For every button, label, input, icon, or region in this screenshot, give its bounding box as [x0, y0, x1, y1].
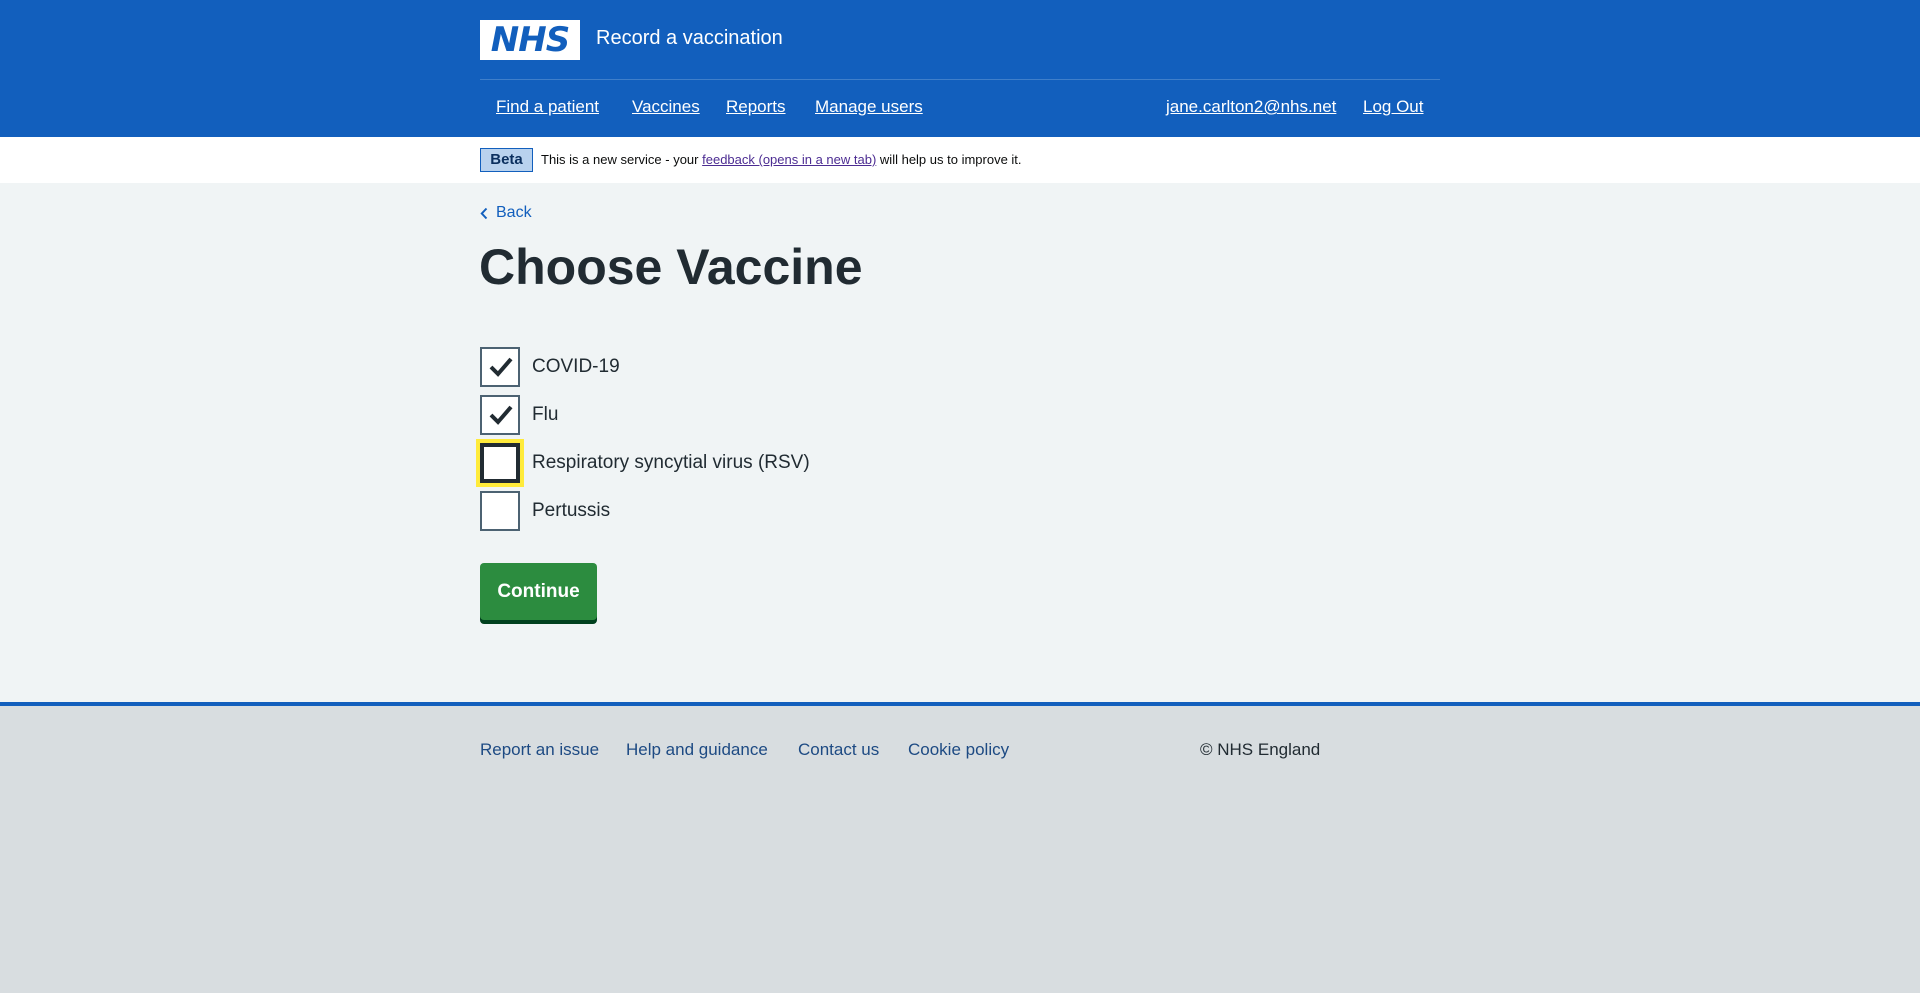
nhs-logo[interactable]: NHS	[480, 20, 580, 60]
service-name[interactable]: Record a vaccination	[596, 25, 783, 51]
footer-cookie-policy[interactable]: Cookie policy	[908, 739, 1009, 761]
beta-text-after: will help us to improve it.	[879, 152, 1022, 167]
footer-help[interactable]: Help and guidance	[626, 739, 768, 761]
nav-user-email[interactable]: jane.carlton2@nhs.net	[1166, 96, 1336, 118]
footer-contact[interactable]: Contact us	[798, 739, 879, 761]
header-divider	[480, 79, 1440, 80]
checkbox-rsv-box[interactable]	[476, 439, 524, 487]
nav-manage-users[interactable]: Manage users	[815, 96, 923, 118]
continue-button[interactable]: Continue	[480, 563, 597, 620]
back-label: Back	[496, 204, 532, 221]
checkmark-icon	[489, 357, 513, 377]
checkbox-pertussis[interactable]: Pertussis	[480, 491, 610, 531]
nav-find-patient[interactable]: Find a patient	[496, 96, 599, 118]
footer-report-issue[interactable]: Report an issue	[480, 739, 599, 761]
checkbox-covid-19-label[interactable]: COVID-19	[532, 355, 620, 379]
back-link[interactable]: Back	[480, 203, 532, 223]
checkbox-flu-box[interactable]	[480, 395, 520, 435]
copyright: © NHS England	[1200, 740, 1321, 759]
checkbox-rsv[interactable]: Respiratory syncytial virus (RSV)	[476, 439, 810, 487]
beta-message: This is a new service - your feedback (o…	[541, 152, 1022, 168]
beta-tag: Beta	[480, 148, 533, 172]
checkmark-icon	[489, 405, 513, 425]
checkbox-pertussis-box[interactable]	[480, 491, 520, 531]
feedback-link[interactable]: feedback (opens in a new tab)	[702, 152, 876, 167]
nav-log-out[interactable]: Log Out	[1363, 96, 1424, 118]
chevron-left-icon	[480, 207, 488, 219]
checkbox-covid-19-box[interactable]	[480, 347, 520, 387]
checkbox-flu-label[interactable]: Flu	[532, 403, 558, 427]
nav-reports[interactable]: Reports	[726, 96, 786, 118]
site-header: NHS Record a vaccination Find a patient …	[0, 0, 1920, 137]
checkbox-covid-19[interactable]: COVID-19	[480, 347, 620, 387]
nav-vaccines[interactable]: Vaccines	[632, 96, 700, 118]
checkbox-rsv-label[interactable]: Respiratory syncytial virus (RSV)	[532, 451, 810, 475]
beta-text-before: This is a new service - your	[541, 152, 699, 167]
checkbox-pertussis-label[interactable]: Pertussis	[532, 499, 610, 523]
checkbox-flu[interactable]: Flu	[480, 395, 558, 435]
page-title: Choose Vaccine	[479, 239, 863, 295]
nhs-logo-text: NHS	[490, 20, 570, 60]
